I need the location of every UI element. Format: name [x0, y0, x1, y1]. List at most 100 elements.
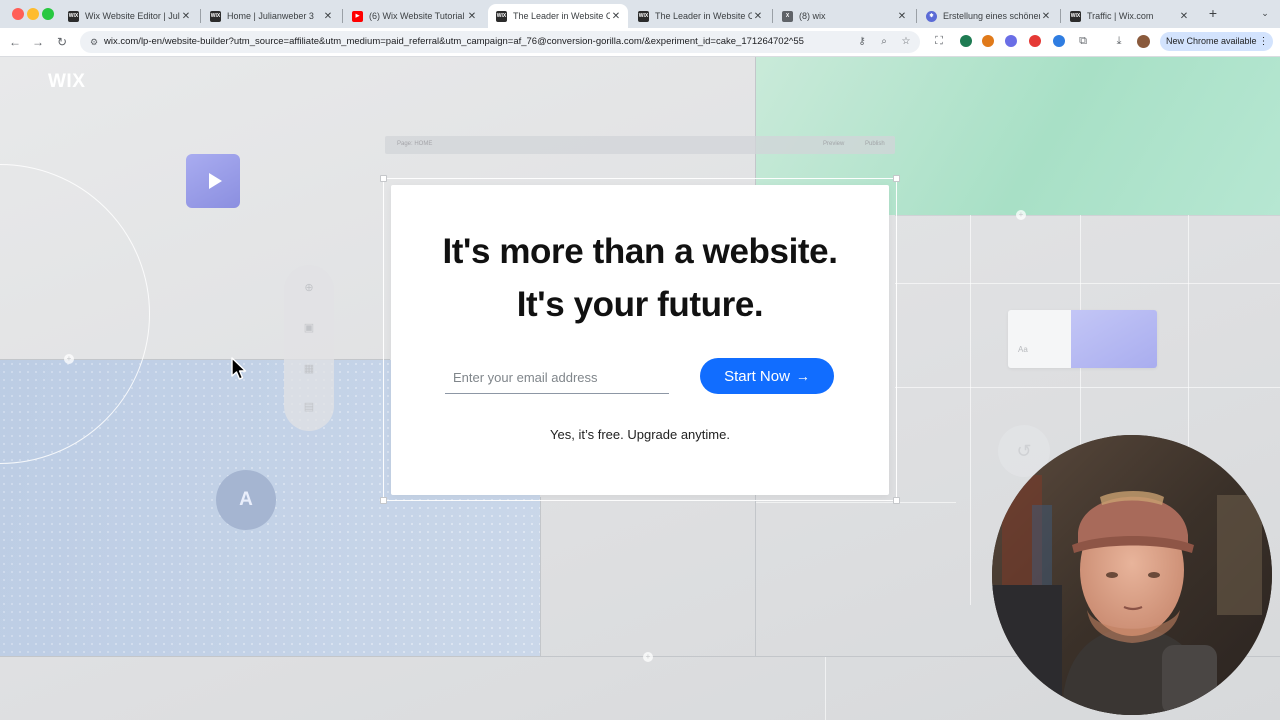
- profile-avatar[interactable]: [1137, 35, 1150, 48]
- tab-erstellung[interactable]: ✱ Erstellung eines schönen ✕: [918, 4, 1058, 28]
- maximize-window-button[interactable]: [42, 8, 54, 20]
- tab-divider: [200, 9, 201, 23]
- tab-strip: WIX Wix Website Editor | Julia ✕ WIX Hom…: [0, 0, 1280, 28]
- zoom-icon[interactable]: ⌕: [878, 36, 890, 48]
- close-icon[interactable]: ✕: [466, 11, 478, 22]
- resize-handle: [893, 175, 900, 182]
- tab-divider: [342, 9, 343, 23]
- tab-divider: [1060, 9, 1061, 23]
- wix-icon: WIX: [496, 10, 507, 22]
- plus-dot-icon: +: [1016, 210, 1026, 220]
- tab-traffic-wix[interactable]: WIX Traffic | Wix.com ✕: [1062, 4, 1196, 28]
- arrow-right-icon: →: [795, 368, 810, 384]
- swatch-label: Aa: [1018, 345, 1028, 354]
- new-chrome-label: New Chrome available: [1166, 36, 1257, 46]
- bookmark-star-icon[interactable]: ☆: [900, 36, 912, 48]
- back-arrow-icon[interactable]: ←: [7, 34, 23, 50]
- grid-divider: [825, 657, 826, 720]
- wix-icon: WIX: [638, 10, 649, 22]
- wix-icon: WIX: [1070, 10, 1081, 22]
- minimize-window-button[interactable]: [27, 8, 39, 20]
- wix-icon: WIX: [68, 10, 79, 22]
- close-icon[interactable]: ✕: [752, 11, 764, 22]
- headline-line-1: It's more than a website.: [442, 232, 838, 271]
- grid-divider: [895, 283, 1280, 284]
- font-color-icon: A: [216, 470, 276, 530]
- signup-card: It's more than a website. It's your futu…: [391, 185, 889, 495]
- tab-divider: [916, 9, 917, 23]
- hero-headline: It's more than a website. It's your futu…: [391, 225, 889, 331]
- grid-divider: [756, 502, 956, 503]
- resize-handle: [380, 175, 387, 182]
- wix-icon: WIX: [210, 10, 221, 22]
- tab-label: The Leader in Website Cr: [513, 11, 610, 21]
- image-icon: ▣: [303, 322, 315, 334]
- extension-blue-icon[interactable]: [1053, 35, 1065, 47]
- youtube-icon: ▶: [352, 10, 363, 22]
- start-now-label: Start Now: [724, 367, 790, 385]
- close-icon[interactable]: ✕: [1178, 11, 1190, 22]
- tab-label: The Leader in Website Cr: [655, 11, 752, 21]
- tab-label: Wix Website Editor | Julia: [85, 11, 180, 21]
- site-info-icon[interactable]: ⚙: [88, 36, 100, 48]
- gear-icon: ✱: [926, 10, 937, 22]
- extension-orange-icon[interactable]: [982, 35, 994, 47]
- reload-icon[interactable]: ↻: [54, 34, 70, 50]
- url-text[interactable]: wix.com/lp-en/website-builder?utm_source…: [104, 36, 844, 47]
- email-field[interactable]: [445, 361, 669, 394]
- new-chrome-available-button[interactable]: New Chrome available ⋮: [1160, 32, 1273, 51]
- plus-dot-icon: +: [64, 354, 74, 364]
- forward-arrow-icon[interactable]: →: [30, 34, 46, 50]
- extension-gear-icon[interactable]: [1005, 35, 1017, 47]
- new-tab-button[interactable]: +: [1205, 5, 1221, 21]
- decorative-editor-toolbar: ⊕ ▣ ▦ ▤: [284, 265, 334, 431]
- mouse-pointer-icon: [231, 357, 247, 380]
- start-now-button[interactable]: Start Now →: [700, 358, 834, 394]
- play-icon: [208, 173, 222, 189]
- close-icon[interactable]: ✕: [322, 11, 334, 22]
- resize-handle: [893, 497, 900, 504]
- plus-dot-icon: +: [643, 652, 653, 662]
- presenter-image: [992, 435, 1272, 715]
- close-window-button[interactable]: [12, 8, 24, 20]
- tab-leader-active[interactable]: WIX The Leader in Website Cr ✕: [488, 4, 628, 28]
- tab-label: Traffic | Wix.com: [1087, 11, 1154, 21]
- wix-logo[interactable]: WIX: [48, 71, 85, 93]
- decorative-video-tile: [186, 154, 240, 208]
- swatch-purple: [1071, 310, 1157, 368]
- ghost-bar-preview-label: Preview: [823, 141, 845, 147]
- free-upgrade-note: Yes, it’s free. Upgrade anytime.: [550, 427, 730, 442]
- tab-x-wix[interactable]: X (8) wix ✕: [774, 4, 914, 28]
- headline-line-2: It's your future.: [516, 285, 764, 324]
- tab-leader[interactable]: WIX The Leader in Website Cr ✕: [630, 4, 770, 28]
- extension-red-icon[interactable]: [1029, 35, 1041, 47]
- download-icon[interactable]: ⤓: [1112, 34, 1126, 48]
- grid-divider: [895, 215, 1280, 216]
- page-icon: ▤: [303, 401, 315, 413]
- tab-label: Erstellung eines schönen: [943, 11, 1040, 21]
- close-icon[interactable]: ✕: [180, 11, 192, 22]
- more-menu-icon[interactable]: ⋮: [1259, 32, 1269, 51]
- tab-home-julianweber[interactable]: WIX Home | Julianweber 3 ✕: [202, 4, 340, 28]
- close-icon[interactable]: ✕: [610, 11, 622, 22]
- screenshot-icon[interactable]: ⛶: [932, 34, 946, 48]
- password-key-icon[interactable]: ⚷: [856, 36, 868, 48]
- extensions-puzzle-icon[interactable]: ⧉: [1076, 34, 1090, 48]
- tab-label: (8) wix: [799, 11, 826, 21]
- tab-label: Home | Julianweber 3: [227, 11, 314, 21]
- tab-divider: [772, 9, 773, 23]
- decorative-editor-bar: Page: HOME Preview Publish: [385, 136, 895, 154]
- tab-search-chevron-icon[interactable]: ⌄: [1258, 6, 1272, 20]
- ghost-bar-publish-label: Publish: [865, 141, 885, 147]
- close-icon[interactable]: ✕: [1040, 11, 1052, 22]
- grid-divider: [970, 215, 971, 605]
- extension-green-icon[interactable]: [960, 35, 972, 47]
- tab-youtube-tutorial[interactable]: ▶ (6) Wix Website Tutorial ✕: [344, 4, 484, 28]
- tab-wix-editor[interactable]: WIX Wix Website Editor | Julia ✕: [60, 4, 198, 28]
- grid-divider: [895, 387, 1280, 388]
- x-icon: X: [782, 10, 793, 22]
- grid-divider: [540, 497, 541, 657]
- close-icon[interactable]: ✕: [896, 11, 908, 22]
- tab-label: (6) Wix Website Tutorial: [369, 11, 465, 21]
- address-bar[interactable]: ⚙ wix.com/lp-en/website-builder?utm_sour…: [80, 31, 920, 53]
